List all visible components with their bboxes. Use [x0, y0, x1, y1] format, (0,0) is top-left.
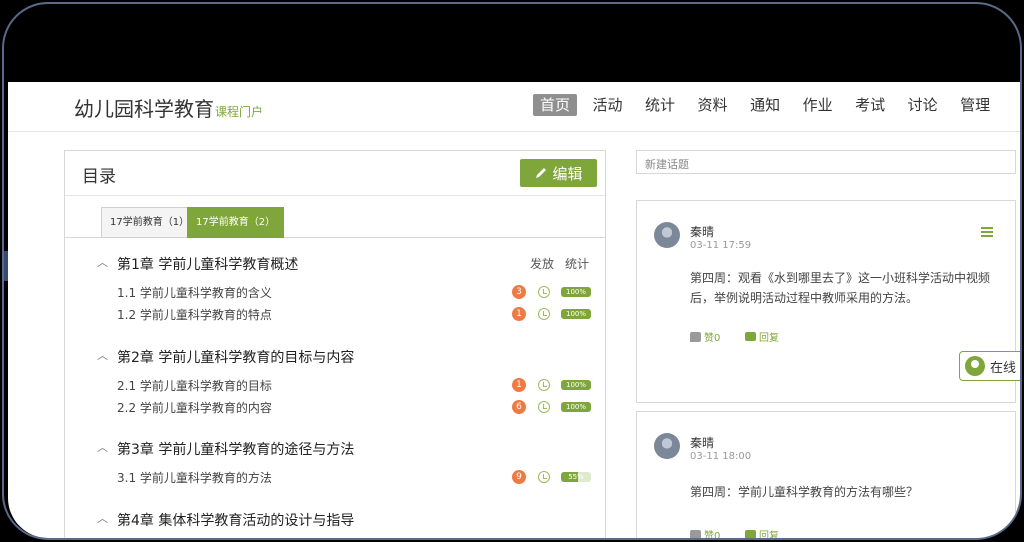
progress-bar: 100% — [561, 402, 591, 412]
new-topic-input[interactable]: 新建话题 — [636, 150, 1016, 174]
clock-icon[interactable] — [538, 286, 550, 298]
chevron-up-icon[interactable]: ︿ — [97, 254, 108, 270]
nav-discussion[interactable]: 讨论 — [901, 94, 945, 116]
customer-service-icon — [965, 356, 985, 376]
post-time: 03-11 18:00 — [690, 451, 752, 462]
toc-panel: 目录 编辑 17学前教育（1） 17学前教育（2） ︿ 第1章 学前儿童科学教育… — [64, 150, 606, 538]
menu-icon[interactable] — [981, 227, 993, 239]
thumbs-up-icon — [690, 529, 701, 538]
reply-button[interactable]: 回复 — [745, 329, 779, 344]
clock-icon[interactable] — [538, 308, 550, 320]
post-time: 03-11 17:59 — [690, 240, 752, 251]
edit-button[interactable]: 编辑 — [520, 159, 597, 187]
reply-label: 回复 — [759, 333, 779, 344]
post-body[interactable]: 第四周：观看《水到哪里去了》这一小班科学活动中视频后，举例说明活动过程中教师采用… — [690, 268, 990, 308]
column-stats: 统计 — [565, 257, 590, 271]
clock-icon[interactable] — [538, 401, 550, 413]
avatar[interactable] — [654, 433, 680, 459]
nav-statistics[interactable]: 统计 — [638, 94, 682, 116]
online-service-button[interactable]: 在线 — [959, 351, 1020, 381]
comment-icon — [745, 332, 756, 341]
discussion-post: 秦晴 03-11 18:00 第四周：学前儿童科学教育的方法有哪些？ 赞0 回复 — [636, 411, 1016, 538]
section-item[interactable]: 2.1 学前儿童科学教育的目标 — [117, 377, 272, 394]
nav-activity[interactable]: 活动 — [586, 94, 630, 116]
chapter-title[interactable]: 第4章 集体科学教育活动的设计与指导 — [117, 510, 354, 530]
site-logo[interactable]: 幼儿园科学教育课程门户 — [74, 93, 263, 122]
comment-icon — [745, 530, 756, 538]
post-body[interactable]: 第四周：学前儿童科学教育的方法有哪些？ — [690, 482, 990, 502]
count-badge: 6 — [512, 400, 526, 414]
thumbs-up-icon — [690, 331, 701, 342]
nav-homework[interactable]: 作业 — [796, 94, 840, 116]
online-label: 在线 — [990, 360, 1017, 376]
post-author[interactable]: 秦晴 — [690, 223, 714, 240]
main-nav: 首页 活动 统计 资料 通知 作业 考试 讨论 管理 — [533, 94, 1006, 116]
like-label: 赞0 — [704, 333, 721, 344]
class-tabs: 17学前教育（1） 17学前教育（2） — [65, 196, 605, 238]
progress-bar: 100% — [561, 309, 591, 319]
progress-bar: 100% — [561, 380, 591, 390]
like-label: 赞0 — [704, 531, 721, 538]
reply-button[interactable]: 回复 — [745, 527, 779, 538]
toc-header: 目录 编辑 — [65, 151, 605, 196]
chapter-title[interactable]: 第3章 学前儿童科学教育的途径与方法 — [117, 439, 354, 459]
chapter-title[interactable]: 第1章 学前儿童科学教育概述 — [117, 254, 298, 274]
nav-materials[interactable]: 资料 — [691, 94, 735, 116]
column-publish: 发放 — [530, 257, 555, 271]
pencil-icon — [536, 168, 547, 178]
post-author[interactable]: 秦晴 — [690, 434, 714, 451]
count-badge: 3 — [512, 285, 526, 299]
device-frame: 幼儿园科学教育课程门户 首页 活动 统计 资料 通知 作业 考试 讨论 管理 目… — [2, 2, 1022, 540]
chevron-up-icon[interactable]: ︿ — [97, 510, 108, 526]
clock-icon[interactable] — [538, 471, 550, 483]
section-item[interactable]: 1.2 学前儿童科学教育的特点 — [117, 306, 272, 323]
tab-class-2[interactable]: 17学前教育（2） — [187, 207, 285, 238]
nav-exams[interactable]: 考试 — [848, 94, 892, 116]
tab-class-1[interactable]: 17学前教育（1） — [101, 207, 199, 238]
section-item[interactable]: 3.1 学前儿童科学教育的方法 — [117, 469, 272, 486]
chapter-title[interactable]: 第2章 学前儿童科学教育的目标与内容 — [117, 347, 354, 367]
nav-manage[interactable]: 管理 — [953, 94, 997, 116]
chevron-up-icon[interactable]: ︿ — [97, 347, 108, 363]
logo-title: 幼儿园科学教育 — [74, 97, 214, 121]
reply-label: 回复 — [759, 531, 779, 538]
count-badge: 1 — [512, 378, 526, 392]
like-button[interactable]: 赞0 — [690, 329, 720, 344]
count-badge: 1 — [512, 307, 526, 321]
progress-bar: 55% — [561, 472, 591, 482]
edit-label: 编辑 — [552, 164, 583, 183]
progress-bar: 100% — [561, 287, 591, 297]
count-badge: 9 — [512, 470, 526, 484]
section-item[interactable]: 1.1 学前儿童科学教育的含义 — [117, 284, 272, 301]
browser-viewport: 幼儿园科学教育课程门户 首页 活动 统计 资料 通知 作业 考试 讨论 管理 目… — [8, 82, 1020, 538]
avatar[interactable] — [654, 222, 680, 248]
nav-home[interactable]: 首页 — [533, 94, 578, 116]
top-header: 幼儿园科学教育课程门户 首页 活动 统计 资料 通知 作业 考试 讨论 管理 — [8, 82, 1020, 132]
toc-title: 目录 — [82, 167, 116, 187]
clock-icon[interactable] — [538, 379, 550, 391]
section-item[interactable]: 2.2 学前儿童科学教育的内容 — [117, 399, 272, 416]
logo-subtitle: 课程门户 — [215, 105, 264, 119]
nav-notices[interactable]: 通知 — [743, 94, 787, 116]
chevron-up-icon[interactable]: ︿ — [97, 439, 108, 455]
like-button[interactable]: 赞0 — [690, 527, 720, 538]
